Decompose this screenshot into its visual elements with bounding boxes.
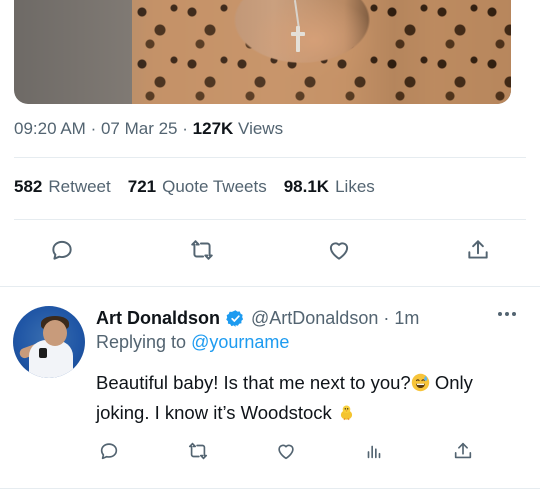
author-name[interactable]: Art Donaldson: [96, 308, 220, 329]
reply-icon: [100, 443, 118, 460]
cross-pendant: [291, 26, 305, 52]
replying-to-mention[interactable]: @yourname: [191, 332, 289, 352]
engagement-stats: 582 Retweet 721 Quote Tweets 98.1K Likes: [14, 177, 375, 197]
like-button[interactable]: [322, 233, 356, 267]
avatar[interactable]: [13, 306, 85, 378]
retweet-button[interactable]: [181, 434, 215, 468]
reply-button[interactable]: [92, 434, 126, 468]
reply-text-part1: Beautiful baby! Is that me next to you?: [96, 372, 411, 393]
share-icon: [468, 240, 488, 259]
likes-label: Likes: [335, 177, 375, 196]
grinning-sweat-emoji-icon: [411, 373, 429, 392]
tweet-media-image[interactable]: [14, 0, 511, 104]
avatar-shirt: [29, 340, 73, 378]
author-handle[interactable]: @ArtDonaldson: [251, 308, 378, 329]
analytics-icon: [367, 445, 381, 459]
analytics-button[interactable]: [357, 434, 391, 468]
reply-header: Art Donaldson @ArtDonaldson · 1m: [96, 308, 419, 329]
tweet-action-bar: [0, 233, 540, 273]
more-options-button[interactable]: [498, 307, 520, 321]
replying-to-line: Replying to @yourname: [96, 332, 289, 353]
more-dot-icon: [512, 312, 516, 316]
quotes-label: Quote Tweets: [162, 177, 267, 196]
views-count: 127K: [192, 119, 234, 138]
share-icon: [454, 442, 472, 459]
meta-separator: ·: [90, 119, 97, 138]
divider: [0, 488, 540, 489]
tweet-time[interactable]: 09:20 AM: [14, 119, 86, 138]
header-separator: ·: [383, 308, 390, 328]
quotes-count: 721: [127, 177, 157, 196]
divider: [14, 157, 526, 158]
retweet-button[interactable]: [185, 233, 219, 267]
tweet-meta: 09:20 AM · 07 Mar 25 · 127K Views: [14, 119, 283, 139]
reply-icon: [52, 240, 72, 260]
retweets-stat[interactable]: 582 Retweet: [14, 177, 111, 197]
share-button[interactable]: [461, 233, 495, 267]
likes-stat[interactable]: 98.1K Likes: [284, 177, 375, 197]
like-icon: [329, 242, 349, 260]
avatar-wristband: [39, 348, 47, 358]
more-dot-icon: [498, 312, 502, 316]
avatar-head: [43, 320, 67, 346]
views-label: Views: [238, 119, 284, 138]
retweet-icon: [188, 442, 208, 460]
divider: [14, 219, 526, 220]
share-button[interactable]: [446, 434, 480, 468]
reply-action-bar: [0, 434, 540, 474]
meta-separator: ·: [182, 119, 188, 138]
quotes-stat[interactable]: 721 Quote Tweets: [128, 177, 267, 197]
likes-count: 98.1K: [283, 177, 330, 196]
divider: [0, 286, 540, 287]
tweet-date[interactable]: 07 Mar 25: [101, 119, 178, 138]
retweet-icon: [191, 240, 213, 260]
retweets-label: Retweet: [48, 177, 111, 196]
reply-button[interactable]: [45, 233, 79, 267]
retweets-count: 582: [14, 177, 43, 196]
replying-to-prefix: Replying to: [96, 332, 187, 352]
reply-time[interactable]: 1m: [394, 308, 419, 329]
leopard-print-pattern: [132, 0, 511, 104]
more-dot-icon: [505, 312, 509, 316]
chick-emoji-icon: [340, 405, 352, 421]
like-icon: [278, 444, 294, 460]
reply-text: Beautiful baby! Is that me next to you? …: [96, 368, 526, 428]
verified-badge-icon: [226, 310, 244, 327]
like-button[interactable]: [269, 434, 303, 468]
